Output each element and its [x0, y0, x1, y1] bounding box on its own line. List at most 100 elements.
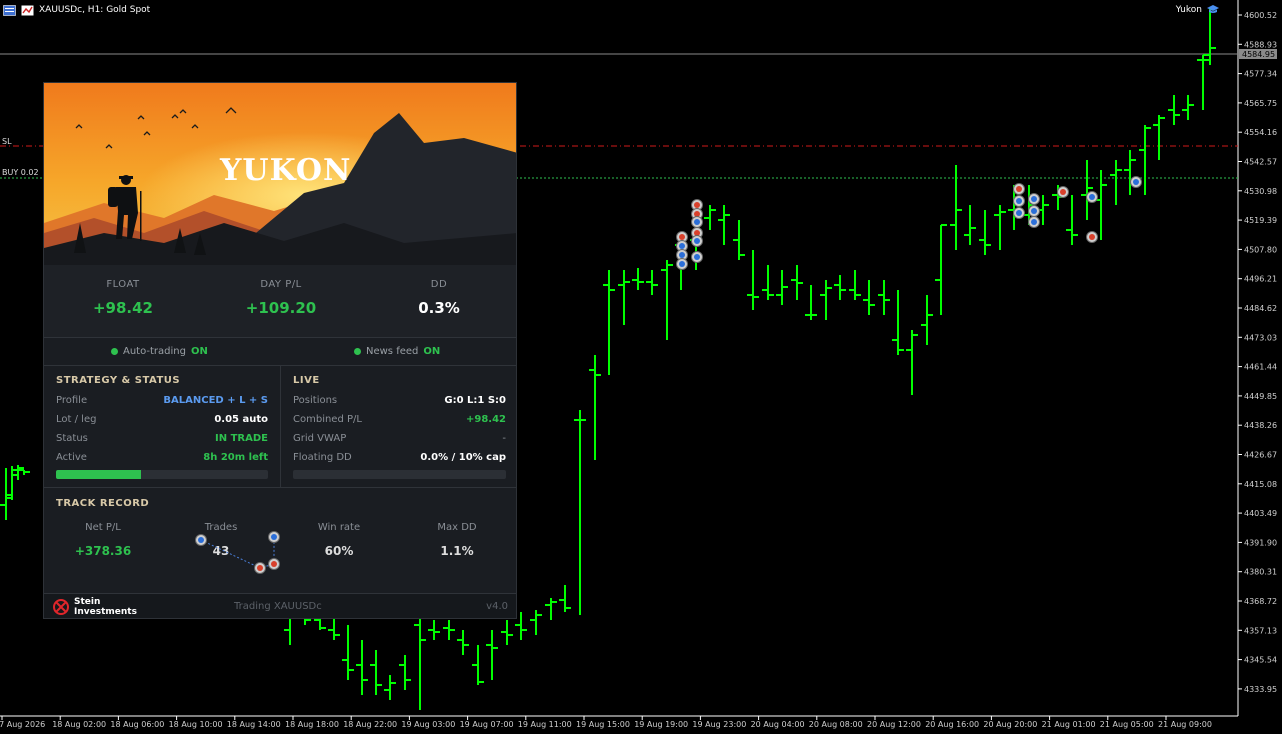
- buy-trade-marker-icon[interactable]: [1028, 205, 1040, 217]
- buy-trade-marker-icon[interactable]: [1013, 207, 1025, 219]
- row-value: 0.0% / 10% cap: [420, 452, 506, 463]
- track-value: 60%: [324, 544, 354, 558]
- price-bar: [1095, 170, 1107, 240]
- row-key: Floating DD: [293, 452, 352, 463]
- time-tick-label: 20 Aug 04:00: [751, 720, 805, 729]
- buy-level-label: BUY 0.02: [2, 168, 39, 177]
- sell-trade-marker-icon[interactable]: [1057, 186, 1069, 198]
- track-win-rate: Win rate 60%: [280, 522, 398, 558]
- price-tick-label: 4345.54: [1244, 656, 1277, 665]
- current-price-label: 4584.95: [1242, 50, 1275, 59]
- price-bar: [486, 630, 498, 680]
- strategy-row: Lot / leg 0.05 auto: [56, 414, 268, 430]
- price-bar: [1066, 195, 1078, 245]
- buy-trade-marker-icon[interactable]: [1028, 216, 1040, 228]
- time-tick-label: 19 Aug 23:00: [692, 720, 746, 729]
- buy-trade-marker-icon[interactable]: [691, 235, 703, 247]
- status-dot-icon: [354, 348, 361, 355]
- time-tick-label: 20 Aug 12:00: [867, 720, 921, 729]
- price-tick-label: 4542.57: [1244, 158, 1277, 167]
- price-bar: [1153, 115, 1165, 160]
- time-tick-label: 18 Aug 02:00: [52, 720, 106, 729]
- stat-label: FLOAT: [106, 279, 140, 290]
- price-bar: [1110, 160, 1122, 205]
- price-tick-label: 4403.49: [1244, 509, 1277, 518]
- time-tick-label: 18 Aug 22:00: [343, 720, 397, 729]
- price-tick-label: 4588.93: [1244, 40, 1277, 49]
- price-bar: [342, 625, 354, 680]
- toggle-label: News feed: [366, 346, 419, 357]
- price-bar: [384, 675, 396, 700]
- price-tick-label: 4426.67: [1244, 451, 1277, 460]
- buy-trade-marker-icon[interactable]: [691, 216, 703, 228]
- price-bar: [603, 270, 615, 375]
- chart-menu-icon[interactable]: [3, 4, 16, 16]
- price-tick-label: 4484.62: [1244, 304, 1277, 313]
- price-bar: [356, 640, 368, 695]
- buy-trade-marker-icon[interactable]: [676, 258, 688, 270]
- row-key: Active: [56, 452, 87, 463]
- graduation-cap-icon[interactable]: [1206, 4, 1220, 15]
- toggle-row: Auto-trading ON News feed ON: [44, 337, 516, 366]
- row-value: 8h 20m left: [203, 452, 268, 463]
- time-tick-label: 19 Aug 15:00: [576, 720, 630, 729]
- price-bar: [370, 650, 382, 695]
- time-tick-label: 21 Aug 01:00: [1042, 720, 1096, 729]
- auto-trading-toggle[interactable]: Auto-trading ON: [111, 346, 208, 357]
- price-bar: [1168, 95, 1180, 125]
- buy-trade-marker-icon[interactable]: [1086, 191, 1098, 203]
- buy-trade-marker-icon[interactable]: [1028, 193, 1040, 205]
- yukon-panel[interactable]: YUKON FLOAT +98.42 DAY P/L +109.20 DD 0.…: [43, 82, 517, 619]
- price-bar: [964, 205, 976, 245]
- price-bar: [979, 210, 991, 255]
- stat-label: DAY P/L: [260, 279, 302, 290]
- stat-value: +98.42: [92, 299, 153, 317]
- price-bar: [632, 268, 644, 290]
- version-label: v4.0: [486, 601, 508, 612]
- price-bar: [820, 280, 832, 320]
- price-tick-label: 4368.72: [1244, 597, 1277, 606]
- price-bar: [443, 620, 455, 640]
- indicator-name: Yukon: [1175, 4, 1202, 15]
- time-tick-label: 18 Aug 06:00: [110, 720, 164, 729]
- price-tick-label: 4507.80: [1244, 245, 1277, 254]
- price-bar: [704, 205, 716, 230]
- section-title: LIVE: [293, 375, 320, 386]
- row-key: Lot / leg: [56, 414, 97, 425]
- price-bar: [1182, 95, 1194, 120]
- stat-day-pl: DAY P/L +109.20: [202, 265, 360, 317]
- price-tick-label: 4391.90: [1244, 538, 1277, 547]
- price-bar: [921, 295, 933, 345]
- active-progress-bar: [56, 470, 268, 479]
- price-bar: [12, 465, 24, 480]
- chart-title-bar: XAUUSDc, H1: Gold Spot: [0, 0, 150, 20]
- live-row: Grid VWAP -: [293, 433, 506, 449]
- news-feed-toggle[interactable]: News feed ON: [354, 346, 440, 357]
- price-tick-label: 4449.85: [1244, 392, 1277, 401]
- row-value: -: [502, 433, 506, 444]
- price-tick-label: 4496.21: [1244, 275, 1277, 284]
- row-value: +98.42: [465, 414, 506, 425]
- sell-trade-marker-icon[interactable]: [1013, 183, 1025, 195]
- price-bar: [661, 260, 673, 340]
- price-bar: [791, 265, 803, 300]
- price-bar: [18, 469, 30, 475]
- sell-trade-marker-icon[interactable]: [1086, 231, 1098, 243]
- stats-bar: FLOAT +98.42 DAY P/L +109.20 DD 0.3%: [44, 265, 516, 338]
- section-title: STRATEGY & STATUS: [56, 375, 181, 386]
- buy-trade-marker-icon[interactable]: [1013, 195, 1025, 207]
- row-value: IN TRADE: [215, 433, 268, 444]
- row-key: Grid VWAP: [293, 433, 347, 444]
- strategy-row: Status IN TRADE: [56, 433, 268, 449]
- track-trades: Trades 43: [162, 522, 280, 558]
- buy-trade-marker-icon[interactable]: [1130, 176, 1142, 188]
- track-value: +378.36: [74, 544, 132, 558]
- row-key: Positions: [293, 395, 338, 406]
- trade-icon[interactable]: [21, 5, 34, 16]
- time-tick-label: 19 Aug 07:00: [460, 720, 514, 729]
- track-record-section: TRACK RECORD Net P/L +378.36 Trades 43 Win…: [44, 488, 516, 593]
- price-bar: [399, 655, 411, 690]
- buy-trade-marker-icon[interactable]: [691, 251, 703, 263]
- stat-dd: DD 0.3%: [360, 265, 516, 317]
- price-bar: [733, 220, 745, 260]
